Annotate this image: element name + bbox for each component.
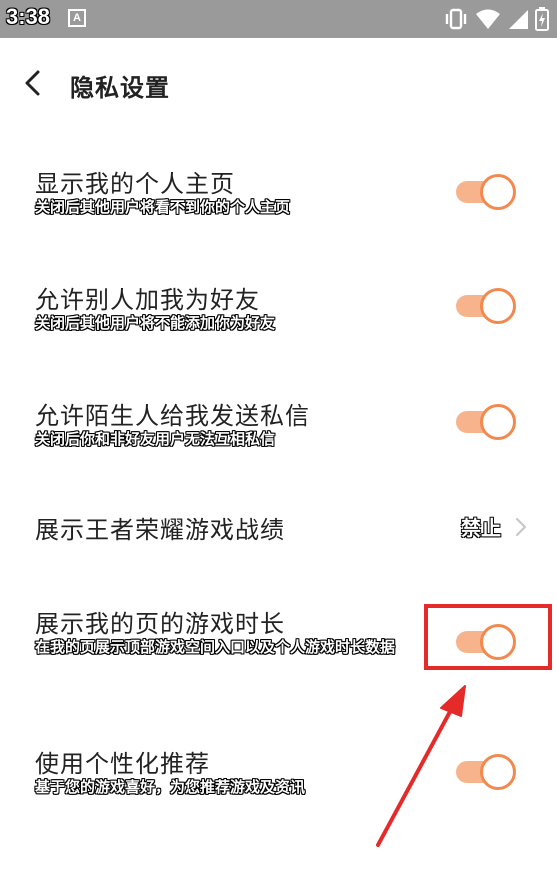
- page-title: 隐私设置: [70, 74, 170, 102]
- back-button[interactable]: [18, 68, 48, 98]
- status-bar: 3:38 A: [0, 0, 557, 38]
- allow-friend-requests-toggle[interactable]: [456, 286, 516, 324]
- setting-stranger-messages: 允许陌生人给我发送私信 关闭后你和非好友用户无法互相私信: [0, 392, 557, 462]
- status-time: 3:38: [6, 4, 51, 29]
- status-icons: [443, 6, 549, 32]
- setting-title: 允许陌生人给我发送私信: [35, 402, 310, 430]
- setting-personalized-recommendations: 使用个性化推荐 基于您的游戏喜好，为您推荐游戏及资讯: [0, 740, 557, 810]
- setting-title: 显示我的个人主页: [35, 170, 235, 198]
- setting-title: 使用个性化推荐: [35, 750, 210, 778]
- signal-icon: [509, 10, 528, 29]
- setting-title: 允许别人加我为好友: [35, 286, 260, 314]
- chevron-left-icon: [25, 70, 40, 96]
- battery-icon: [535, 7, 549, 31]
- annotation-highlight-box: [424, 604, 552, 670]
- setting-description: 关闭后你和非好友用户无法互相私信: [35, 430, 276, 448]
- record-visibility-value: 禁止: [461, 516, 501, 540]
- setting-allow-friend-requests: 允许别人加我为好友 关闭后其他用户将不能添加你为好友: [0, 276, 557, 346]
- wifi-icon: [476, 9, 500, 29]
- toggle-thumb: [480, 404, 516, 440]
- record-visibility-link[interactable]: 禁止: [461, 512, 527, 541]
- chevron-right-icon: [515, 517, 527, 536]
- show-homepage-toggle[interactable]: [456, 172, 516, 210]
- setting-description: 基于您的游戏喜好，为您推荐游戏及资讯: [35, 778, 306, 796]
- toggle-thumb: [480, 754, 516, 790]
- toggle-thumb: [480, 174, 516, 210]
- toggle-thumb: [480, 288, 516, 324]
- setting-title: 展示我的页的游戏时长: [35, 610, 285, 638]
- personalized-recommendations-toggle[interactable]: [456, 752, 516, 790]
- setting-title: 展示王者荣耀游戏战绩: [35, 516, 285, 544]
- header: 隐私设置: [0, 38, 557, 130]
- setting-honor-of-kings-record[interactable]: 展示王者荣耀游戏战绩 禁止: [0, 504, 557, 550]
- setting-description: 在我的页展示顶部游戏空间入口以及个人游戏时长数据: [35, 638, 396, 656]
- notification-icon: A: [68, 9, 86, 27]
- vibrate-icon: [445, 8, 467, 30]
- setting-show-homepage: 显示我的个人主页 关闭后其他用户将看不到你的个人主页: [0, 160, 557, 230]
- stranger-messages-toggle[interactable]: [456, 402, 516, 440]
- setting-description: 关闭后其他用户将看不到你的个人主页: [35, 198, 291, 216]
- setting-description: 关闭后其他用户将不能添加你为好友: [35, 314, 276, 332]
